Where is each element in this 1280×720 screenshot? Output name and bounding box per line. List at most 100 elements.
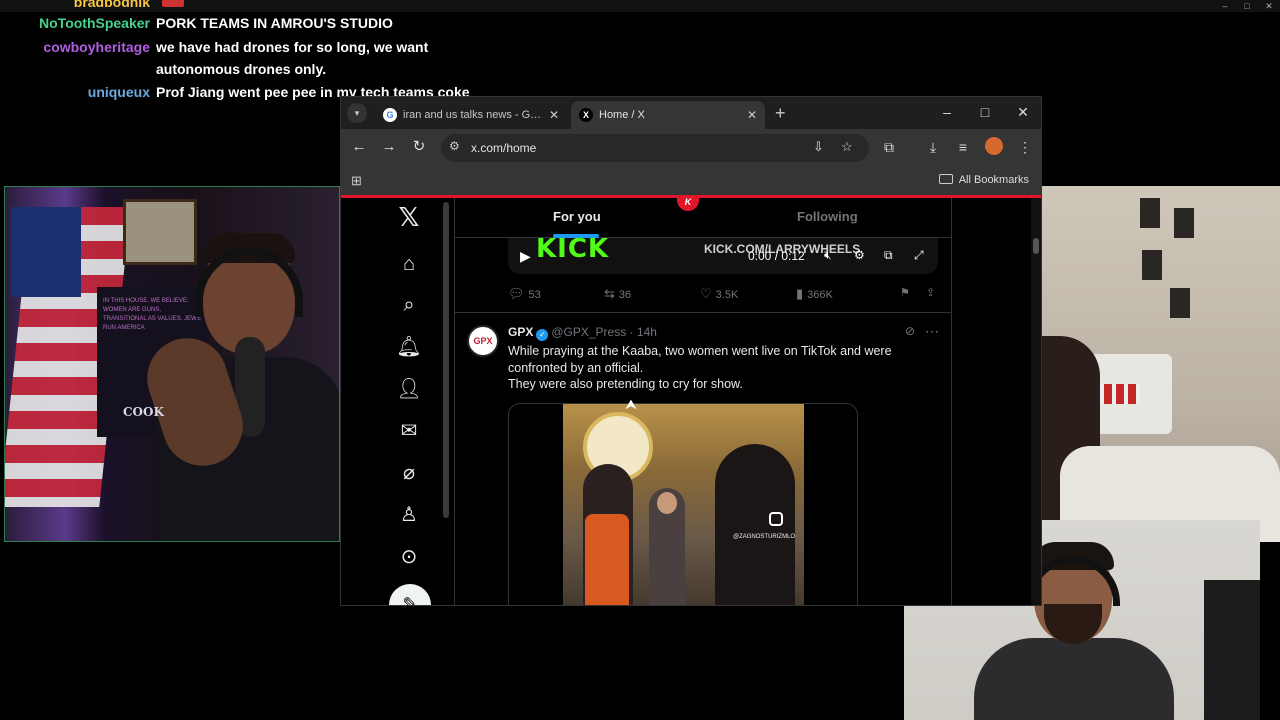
close-icon[interactable]: ✕ xyxy=(1264,0,1274,12)
verified-badge-icon: ✓ xyxy=(536,329,549,341)
grok-icon[interactable]: ⌀ xyxy=(389,461,429,485)
browser-window: ▾ G iran and us talks news - Google ✕ X … xyxy=(340,96,1042,606)
profile-icon[interactable]: ♙ xyxy=(389,503,429,527)
tweet-text: While praying at the Kaaba, two women we… xyxy=(508,344,892,391)
tab-title: iran and us talks news - Google xyxy=(403,109,543,121)
search-icon[interactable]: ⌕ xyxy=(389,293,429,317)
messages-envelope-icon[interactable]: ✉ xyxy=(389,419,429,443)
tab-x-home[interactable]: X Home / X ✕ xyxy=(571,101,765,129)
tab-following[interactable]: Following xyxy=(797,209,858,224)
chat-username: cowboyheritage xyxy=(43,39,150,55)
monitor xyxy=(1204,580,1260,720)
extensions-icon[interactable]: ⧉ xyxy=(879,137,899,157)
install-app-icon[interactable]: ⇩ xyxy=(813,139,824,155)
kick-logo: KICK xyxy=(536,238,610,264)
forward-icon[interactable]: → xyxy=(378,137,400,157)
views-button[interactable]: ▮ 366K xyxy=(796,286,833,302)
shirt-text: COOK xyxy=(123,405,164,419)
video-frame: @ZAGNOSTURIZMLO xyxy=(563,404,804,605)
folder-icon xyxy=(938,174,953,184)
repost-button[interactable]: ⇆ 36 xyxy=(604,286,631,302)
bookmark-icon[interactable]: ⚑ xyxy=(900,286,910,299)
apps-grid-icon[interactable]: ⊞ xyxy=(351,173,362,189)
reload-icon[interactable]: ↻ xyxy=(408,137,430,157)
more-icon[interactable]: ⊙ xyxy=(389,545,429,569)
x-page: 𝕏 ⌂ ⌕ 🔔︎ 👤︎ ✉ ⌀ ♙ ⊙ ✎ KICK KICK.COM/LARR… xyxy=(341,195,1041,605)
active-tab-indicator xyxy=(553,234,599,238)
address-url: x.com/home xyxy=(471,141,537,155)
post-button[interactable]: ✎ xyxy=(389,584,431,605)
pip-icon[interactable]: ⧉ xyxy=(884,248,893,263)
more-options-icon[interactable]: ⋯ xyxy=(925,323,939,340)
profile-avatar[interactable] xyxy=(985,137,1003,155)
webcam-room xyxy=(1040,186,1280,542)
author-handle[interactable]: @GPX_Press xyxy=(551,325,626,339)
settings-icon[interactable]: ⚙ xyxy=(854,248,865,262)
notifications-bell-icon[interactable]: 🔔︎ xyxy=(389,335,429,359)
timeline: KICK KICK.COM/LARRYWHEELS ▶ 0:00 / 0:12 … xyxy=(454,198,952,605)
chat-username: NoToothSpeaker xyxy=(39,15,150,31)
x-logo-icon[interactable]: 𝕏 xyxy=(389,205,429,231)
mute-icon[interactable]: 🔇︎ xyxy=(824,248,832,263)
acoustic-panels xyxy=(1140,198,1200,338)
chat-username: uniqueux xyxy=(87,84,150,100)
webcam-left: IN THIS HOUSE, WE BELIEVE: WOMEN ARE GUN… xyxy=(4,186,340,542)
site-info-icon[interactable]: ⚙ xyxy=(449,139,460,153)
all-bookmarks-button[interactable]: All Bookmarks xyxy=(938,174,1029,186)
heart-icon: ♡ xyxy=(700,286,712,301)
chat-message: we have had drones for so long, we want xyxy=(156,39,429,55)
screen: – □ ✕ bradbodnik NoToothSpeaker PORK TEA… xyxy=(0,0,1280,720)
tweet-video[interactable]: @ZAGNOSTURIZMLO xyxy=(508,403,858,605)
home-icon[interactable]: ⌂ xyxy=(389,252,429,276)
address-bar[interactable]: ⚙ x.com/home ⇩ ☆ xyxy=(441,134,869,162)
tab-google[interactable]: G iran and us talks news - Google ✕ xyxy=(375,101,567,129)
google-favicon-icon: G xyxy=(383,108,397,122)
fullscreen-icon[interactable]: ⤢ xyxy=(914,248,924,263)
maximize-icon[interactable]: □ xyxy=(1242,0,1252,12)
grok-explain-icon[interactable]: ⊘ xyxy=(905,324,915,338)
author-name[interactable]: GPX xyxy=(508,325,533,339)
sidebar-scrollbar[interactable] xyxy=(443,202,449,518)
browser-toolbar: ← → ↻ ⚙ x.com/home ⇩ ☆ ⧉ ⤓ ≡ ⋮ xyxy=(341,129,1041,167)
reply-icon: 💬︎ xyxy=(508,286,525,301)
minimize-icon[interactable]: – xyxy=(929,97,965,129)
follow-icon[interactable]: 👤︎ xyxy=(389,377,429,401)
video-time: 0:00 / 0:12 xyxy=(748,249,805,263)
tab-search-dropdown-icon[interactable]: ▾ xyxy=(347,103,367,123)
page-scrollbar[interactable] xyxy=(1031,198,1041,605)
tab-close-icon[interactable]: ✕ xyxy=(747,101,757,129)
scrollbar-thumb[interactable] xyxy=(1033,238,1039,254)
us-flag-canton xyxy=(11,207,81,297)
new-tab-icon[interactable]: + xyxy=(775,103,786,123)
play-icon[interactable]: ▶ xyxy=(520,248,531,265)
like-button[interactable]: ♡ 3.5K xyxy=(700,286,738,302)
minimize-icon[interactable]: – xyxy=(1220,0,1230,12)
embedded-video[interactable]: KICK KICK.COM/LARRYWHEELS ▶ 0:00 / 0:12 … xyxy=(508,238,938,274)
bookmark-star-icon[interactable]: ☆ xyxy=(841,139,853,155)
chat-message: PORK TEAMS IN AMROU'S STUDIO xyxy=(156,15,393,31)
timeline-tabs: For you Following K xyxy=(455,198,951,238)
media-control-icon[interactable]: ≡ xyxy=(953,137,973,157)
tab-for-you[interactable]: For you xyxy=(553,209,601,224)
post-actions: 💬︎ 53 ⇆ 36 ♡ 3.5K ▮ 366K ⚑ ⇪ xyxy=(508,286,938,306)
kick-extension-badge[interactable]: K xyxy=(677,198,699,211)
mouse-cursor-icon: ⮝ xyxy=(625,396,637,412)
tweet[interactable]: GPX GPX ✓ @GPX_Press · 14h ⊘ ⋯ While prayi… xyxy=(455,313,951,605)
tweet-time[interactable]: 14h xyxy=(637,325,657,339)
media-watermark: @ZAGNOSTURIZMLO xyxy=(733,534,796,540)
tweet-header: GPX ✓ @GPX_Press · 14h xyxy=(508,325,657,341)
reply-button[interactable]: 💬︎ 53 xyxy=(508,286,541,302)
avatar[interactable]: GPX xyxy=(467,325,499,357)
x-favicon-icon: X xyxy=(579,108,593,122)
share-icon[interactable]: ⇪ xyxy=(926,286,935,299)
tab-title: Home / X xyxy=(599,109,645,121)
back-icon[interactable]: ← xyxy=(348,137,370,157)
close-icon[interactable]: ✕ xyxy=(1005,97,1041,129)
host-window-controls: – □ ✕ xyxy=(1220,0,1274,12)
downloads-icon[interactable]: ⤓ xyxy=(923,137,943,157)
tab-strip: ▾ G iran and us talks news - Google ✕ X … xyxy=(341,97,1041,129)
tab-close-icon[interactable]: ✕ xyxy=(549,101,559,129)
maximize-icon[interactable]: □ xyxy=(967,97,1003,129)
menu-icon[interactable]: ⋮ xyxy=(1015,137,1035,157)
host-titlebar: – □ ✕ xyxy=(0,0,1280,12)
